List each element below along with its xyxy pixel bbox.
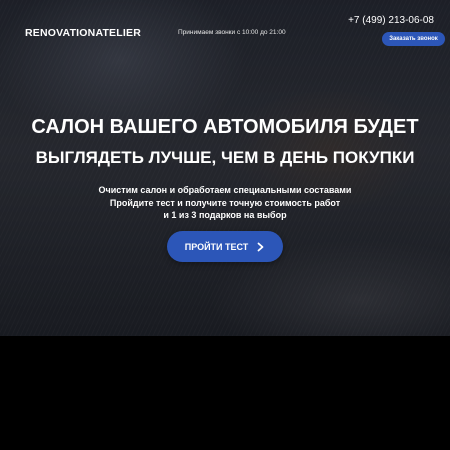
hero-subtext: Очистим салон и обработаем специальными … [0,184,450,222]
hero-subtext-line: и 1 из 3 подарков на выбор [163,210,287,220]
site-logo[interactable]: RENOVATIONATELIER [25,27,141,39]
hero-headline-line-2: ВЫГЛЯДЕТЬ ЛУЧШЕ, ЧЕМ В ДЕНЬ ПОКУПКИ [35,148,415,167]
hero-headline-line-1: САЛОН ВАШЕГО АВТОМОБИЛЯ БУДЕТ [31,116,419,138]
hero-subtext-line: Пройдите тест и получите точную стоимост… [109,197,341,208]
callback-button[interactable]: Заказать звонок [382,32,445,46]
take-test-button[interactable]: ПРОЙТИ ТЕСТ [167,231,283,262]
page-bottom-area [0,336,450,450]
hero-background-image [0,0,450,336]
hero-dark-overlay [0,0,450,336]
chevron-right-icon [257,242,264,251]
take-test-label: ПРОЙТИ ТЕСТ [184,241,249,252]
phone-number[interactable]: +7 (499) 213-06-08 [348,15,434,26]
working-hours: Принимаем звонки с 10:00 до 21:00 [178,29,286,36]
hero-subtext-line: Очистим салон и обработаем специальными … [98,185,352,195]
